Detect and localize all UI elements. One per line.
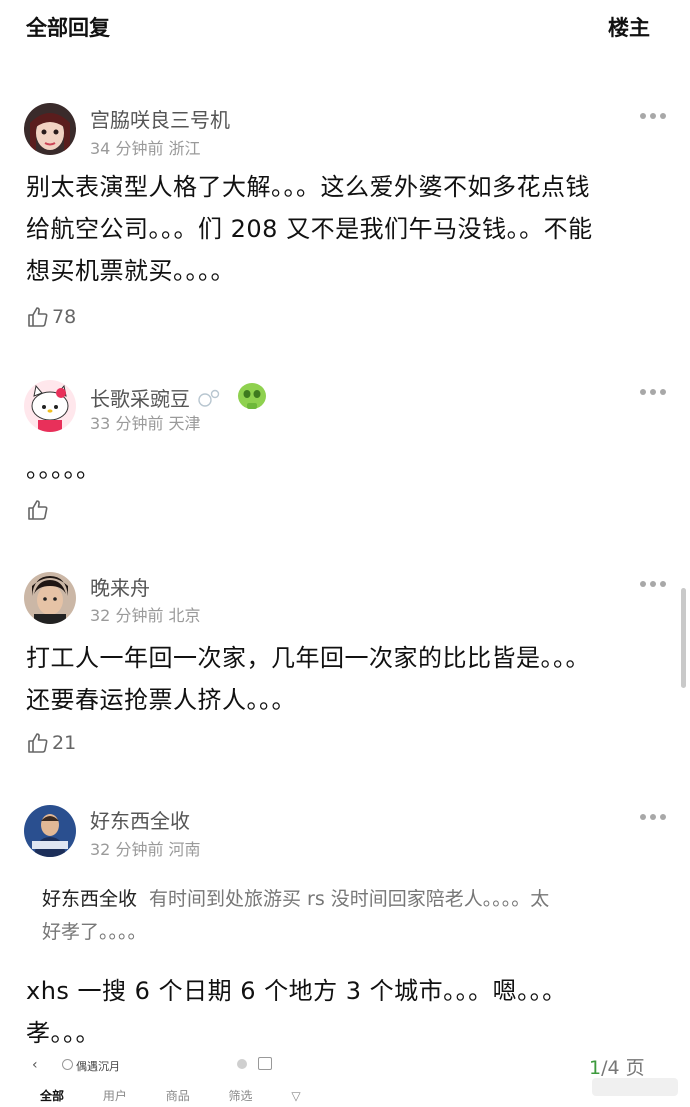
bubble-badge-icon [198, 389, 220, 407]
quoted-reply[interactable]: 好东西全收 有时间到处旅游买 rs 没时间回家陪老人。。。。太 好孝了。。。。 [42, 883, 642, 949]
thumbs-up-icon [28, 500, 48, 520]
comment-time: 32 分钟前 [90, 840, 164, 859]
comment-location: 河南 [168, 840, 201, 859]
comment-line: 给航空公司。。。们 208 又不是我们午马没钱。。不能 [26, 215, 593, 243]
username[interactable]: 宫脇咲良三号机 [90, 104, 230, 133]
comment-meta: 32 分钟前 河南 [90, 836, 201, 860]
comment-text: xhs 一搜 6 个日期 6 个地方 3 个城市。。。嗯。。。 孝。。。 [26, 970, 666, 1054]
tab-all[interactable]: 全部 [40, 1087, 64, 1104]
embedded-search-bar: ‹ 偶遇沉月 全部 用户 商品 筛选 ▽ 1/4 页 [0, 1045, 690, 1107]
man-portrait-avatar[interactable] [24, 572, 76, 624]
search-tabs: 全部 用户 商品 筛选 ▽ [40, 1087, 371, 1104]
tab-products[interactable]: 商品 [166, 1087, 190, 1104]
current-page: 1 [589, 1057, 602, 1079]
tv-host-avatar[interactable] [24, 805, 76, 857]
comment-location: 天津 [168, 414, 201, 433]
all-replies-title: 全部回复 [26, 16, 110, 40]
more-options-icon[interactable] [640, 813, 666, 821]
comment-text: 别太表演型人格了大解。。。这么爱外婆不如多花点钱 给航空公司。。。们 208 又… [26, 166, 666, 292]
search-icon [62, 1059, 73, 1070]
comment-line: 。。。。。 [26, 455, 101, 483]
comment-location: 浙江 [168, 139, 201, 158]
quote-text: 好孝了。。。。 [42, 921, 147, 943]
thumbs-up-icon [28, 307, 48, 327]
comment-time: 34 分钟前 [90, 139, 164, 158]
username[interactable]: 长歌采豌豆 [90, 380, 269, 414]
tab-users[interactable]: 用户 [103, 1087, 127, 1104]
comment-meta: 34 分钟前 浙江 [90, 135, 201, 159]
back-icon[interactable]: ‹ [32, 1057, 38, 1073]
quoted-username: 好东西全收 [42, 888, 138, 910]
reply-header: 全部回复 楼主 [0, 0, 690, 56]
comment-meta: 33 分钟前 天津 [90, 410, 201, 434]
comment-line: 想买机票就买。。。。 [26, 257, 235, 285]
page-indicator: 1/4 页 [589, 1053, 645, 1080]
comment-meta: 32 分钟前 北京 [90, 602, 201, 626]
comment-line: 别太表演型人格了大解。。。这么爱外婆不如多花点钱 [26, 173, 590, 201]
comment-line: xhs 一搜 6 个日期 6 个地方 3 个城市。。。嗯。。。 [26, 977, 567, 1005]
quote-text: 有时间到处旅游买 rs 没时间回家陪老人。。。。太 [149, 888, 550, 910]
comment-text: 打工人一年回一次家，几年回一次家的比比皆是。。。 还要春运抢票人挤人。。。 [26, 637, 666, 721]
scrollbar[interactable] [681, 588, 686, 688]
comment-text: 。。。。。 [26, 448, 666, 490]
username[interactable]: 晚来舟 [90, 572, 150, 601]
filter-icon: ▽ [291, 1089, 301, 1103]
thumbs-up-icon [28, 733, 48, 753]
tab-filter[interactable]: 筛选 ▽ [229, 1087, 336, 1104]
tab-filter-label: 筛选 [228, 1089, 253, 1103]
like-button[interactable]: 21 [26, 729, 76, 757]
more-options-icon[interactable] [640, 580, 666, 588]
comment-time: 32 分钟前 [90, 606, 164, 625]
username-text: 长歌采豌豆 [90, 387, 190, 411]
like-button[interactable] [26, 496, 52, 524]
comment-line: 还要春运抢票人挤人。。。 [26, 686, 296, 714]
page-total: /4 页 [601, 1057, 645, 1079]
camera-icon[interactable] [258, 1057, 272, 1070]
comment-line: 打工人一年回一次家，几年回一次家的比比皆是。。。 [26, 644, 590, 672]
comment-time: 33 分钟前 [90, 414, 164, 433]
username[interactable]: 好东西全收 [90, 805, 190, 834]
like-count: 21 [52, 732, 77, 754]
quote-line: 好东西全收 有时间到处旅游买 rs 没时间回家陪老人。。。。太 [42, 883, 642, 916]
hello-kitty-avatar[interactable] [24, 380, 76, 432]
search-input[interactable]: 偶遇沉月 [76, 1058, 120, 1074]
clear-icon[interactable] [237, 1059, 247, 1069]
like-count: 78 [52, 306, 77, 328]
more-options-icon[interactable] [640, 388, 666, 396]
green-skull-badge-icon [237, 383, 266, 409]
watermark [592, 1078, 678, 1096]
comment-location: 北京 [168, 606, 201, 625]
more-options-icon[interactable] [640, 112, 666, 120]
owner-only-button[interactable]: 楼主 [608, 12, 650, 42]
anime-girl-avatar[interactable] [24, 103, 76, 155]
like-button[interactable]: 78 [26, 303, 76, 331]
